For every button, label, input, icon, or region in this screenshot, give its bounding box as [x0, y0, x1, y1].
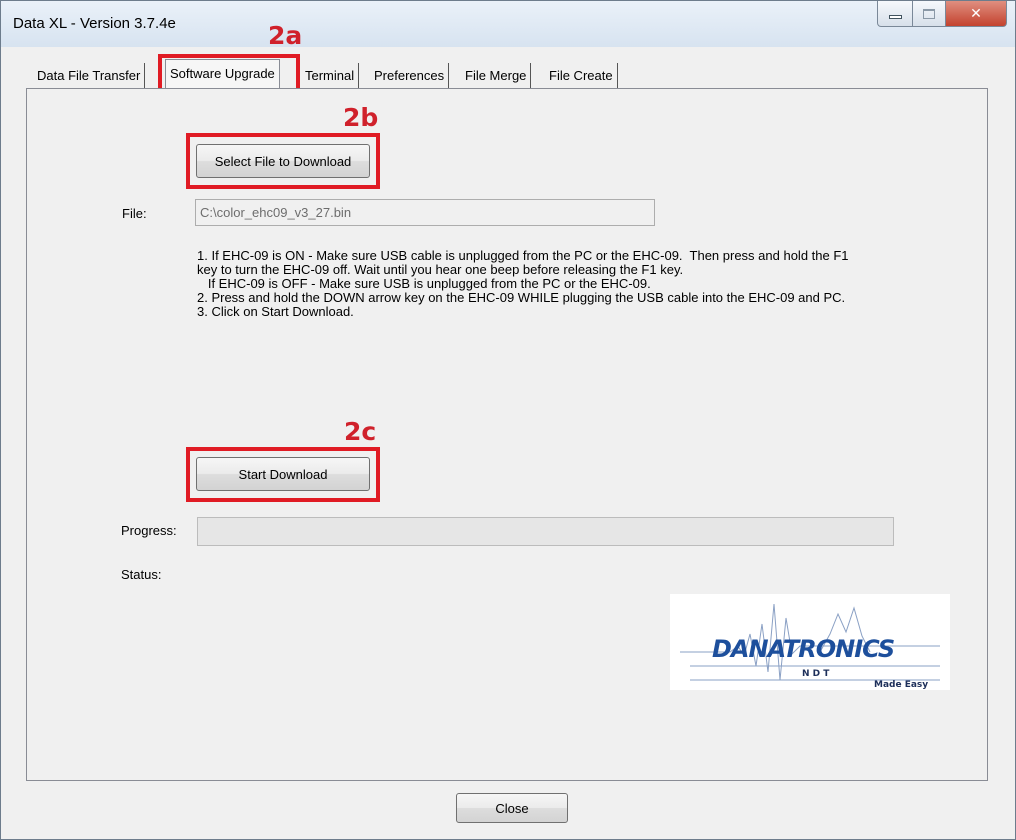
close-icon: ✕ — [970, 5, 982, 22]
progress-bar — [197, 517, 894, 546]
app-window: Data XL - Version 3.7.4e ✕ 2a Data File … — [0, 0, 1016, 840]
tab-file-merge[interactable]: File Merge — [465, 63, 532, 89]
minimize-button[interactable] — [877, 1, 913, 27]
file-label: File: — [122, 206, 147, 221]
tab-strip: Data File Transfer Software Upgrade Term… — [29, 57, 989, 89]
tab-preferences[interactable]: Preferences — [374, 63, 450, 89]
title-bar: Data XL - Version 3.7.4e ✕ — [1, 1, 1015, 47]
file-path-field[interactable] — [195, 199, 655, 226]
progress-label: Progress: — [121, 523, 177, 538]
tab-terminal[interactable]: Terminal — [305, 63, 360, 89]
instruction-line: 2. Press and hold the DOWN arrow key on … — [197, 290, 846, 305]
maximize-button[interactable] — [912, 1, 946, 27]
tab-file-create[interactable]: File Create — [549, 63, 618, 89]
maximize-icon — [923, 8, 935, 19]
start-download-button[interactable]: Start Download — [196, 457, 370, 491]
annotation-2a: 2a — [268, 21, 303, 50]
status-label: Status: — [121, 567, 162, 582]
minimize-icon — [888, 14, 902, 19]
annotation-2b: 2b — [343, 103, 379, 132]
instruction-line: 3. Click on Start Download. — [197, 304, 354, 319]
annotation-2c: 2c — [344, 417, 377, 446]
instruction-line: If EHC-09 is OFF - Make sure USB is unpl… — [197, 276, 651, 291]
instructions-text: 1. If EHC-09 is ON - Make sure USB cable… — [197, 249, 957, 319]
tab-data-file-transfer[interactable]: Data File Transfer — [37, 63, 146, 89]
close-button[interactable]: Close — [456, 793, 568, 823]
instruction-line: key to turn the EHC-09 off. Wait until y… — [197, 262, 684, 277]
instruction-line: 1. If EHC-09 is ON - Make sure USB cable… — [197, 248, 849, 263]
logo-brand-text: DANATRONICS — [712, 635, 894, 663]
select-file-button[interactable]: Select File to Download — [196, 144, 370, 178]
danatronics-logo: DANATRONICS N D T Made Easy — [670, 594, 950, 690]
logo-graphic: DANATRONICS N D T Made Easy — [680, 603, 940, 690]
window-title: Data XL - Version 3.7.4e — [13, 15, 176, 32]
logo-tagline-text: Made Easy — [874, 680, 928, 690]
window-close-button[interactable]: ✕ — [945, 1, 1007, 27]
tab-software-upgrade[interactable]: Software Upgrade — [165, 59, 280, 89]
logo-sub-text: N D T — [802, 669, 830, 679]
